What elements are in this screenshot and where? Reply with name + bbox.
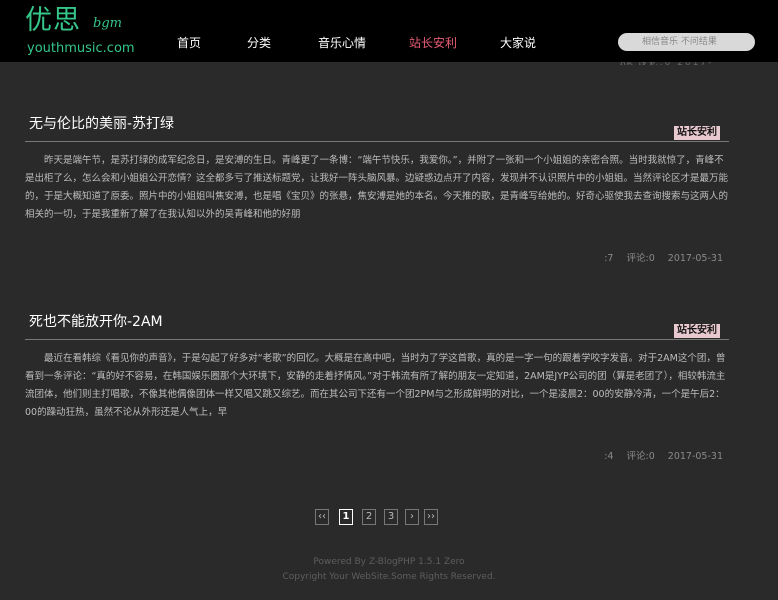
article-divider bbox=[25, 141, 729, 142]
article-views: :4 bbox=[604, 451, 614, 462]
article-category-tag[interactable]: 站长安利 bbox=[674, 324, 720, 338]
article-card: 无与伦比的美丽-苏打绿 站长安利 昨天是端午节，是苏打绿的成军纪念日，是安溥的生… bbox=[25, 115, 729, 275]
footer-copyright: Copyright Your WebSite.Some Rights Reser… bbox=[282, 572, 496, 582]
article-card: 死也不能放开你-2AM 站长安利 最近在看韩综《看见你的声音》，于是勾起了好多对… bbox=[25, 313, 729, 473]
article-date: 2017-05-31 bbox=[667, 451, 723, 462]
nav-item-category[interactable]: 分类 bbox=[247, 35, 271, 51]
site-logo[interactable]: 优思 bgm youthmusic.com bbox=[25, 6, 155, 60]
pagination-page-3[interactable]: 3 bbox=[384, 509, 398, 525]
article-excerpt: 昨天是端午节，是苏打绿的成军纪念日，是安溥的生日。青峰更了一条博：“端午节快乐，… bbox=[25, 155, 729, 220]
article-category-tag[interactable]: 站长安利 bbox=[674, 126, 720, 140]
article-date: 2017-05-31 bbox=[667, 253, 723, 264]
article-divider bbox=[25, 339, 729, 340]
article-meta: :7 评论:0 2017-05-31 bbox=[594, 253, 723, 265]
nav-item-everyone-says[interactable]: 大家说 bbox=[500, 35, 536, 51]
pagination-page-2[interactable]: 2 bbox=[362, 509, 376, 525]
logo-sub-text: bgm bbox=[93, 16, 122, 31]
article-meta: :4 评论:0 2017-05-31 bbox=[594, 451, 723, 463]
footer-powered-by: Powered By Z-BlogPHP 1.5.1 Zero bbox=[313, 557, 465, 567]
nav-item-music-mood[interactable]: 音乐心情 bbox=[318, 35, 366, 51]
article-comments[interactable]: 评论:0 bbox=[627, 451, 655, 462]
logo-chinese-text: 优思 bbox=[25, 5, 81, 36]
pagination-first-button[interactable]: ‹‹ bbox=[315, 509, 329, 525]
article-excerpt: 最近在看韩综《看见你的声音》，于是勾起了好多对“老歌”的回忆。大概是在高中吧，当… bbox=[25, 353, 726, 418]
search-input[interactable] bbox=[618, 33, 755, 51]
pagination-next-button[interactable]: › bbox=[405, 509, 419, 525]
pagination-last-button[interactable]: ›› bbox=[424, 509, 438, 525]
site-header: 优思 bgm youthmusic.com 首页 分类 音乐心情 站长安利 大家… bbox=[0, 0, 778, 62]
logo-url-text: youthmusic.com bbox=[27, 41, 135, 56]
article-title[interactable]: 无与伦比的美丽-苏打绿 bbox=[29, 115, 174, 133]
article-views: :7 bbox=[604, 253, 614, 264]
nav-item-home[interactable]: 首页 bbox=[177, 35, 201, 51]
article-title[interactable]: 死也不能放开你-2AM bbox=[29, 313, 163, 331]
previous-article-meta-fragment: :7 评论:0 2017-05-31 bbox=[620, 62, 730, 65]
page: 优思 bgm youthmusic.com 首页 分类 音乐心情 站长安利 大家… bbox=[0, 0, 778, 600]
pagination-page-1[interactable]: 1 bbox=[339, 509, 353, 525]
nav-item-admin-picks[interactable]: 站长安利 bbox=[409, 35, 457, 51]
article-comments[interactable]: 评论:0 bbox=[627, 253, 655, 264]
